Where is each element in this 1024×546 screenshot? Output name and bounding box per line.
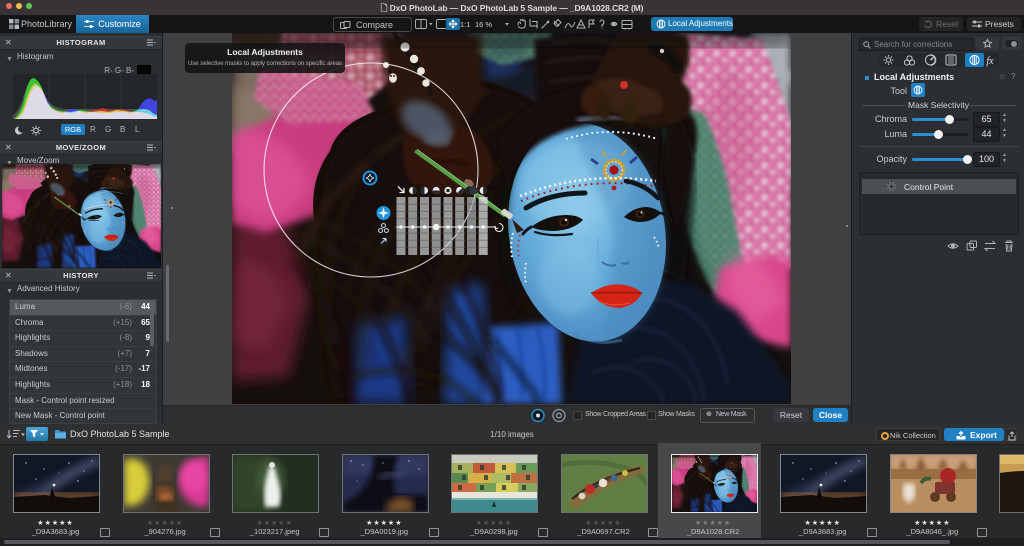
- svg-text:1:1: 1:1: [460, 20, 470, 29]
- svg-text:16 %: 16 %: [475, 20, 492, 29]
- svg-text:fx: fx: [986, 56, 994, 67]
